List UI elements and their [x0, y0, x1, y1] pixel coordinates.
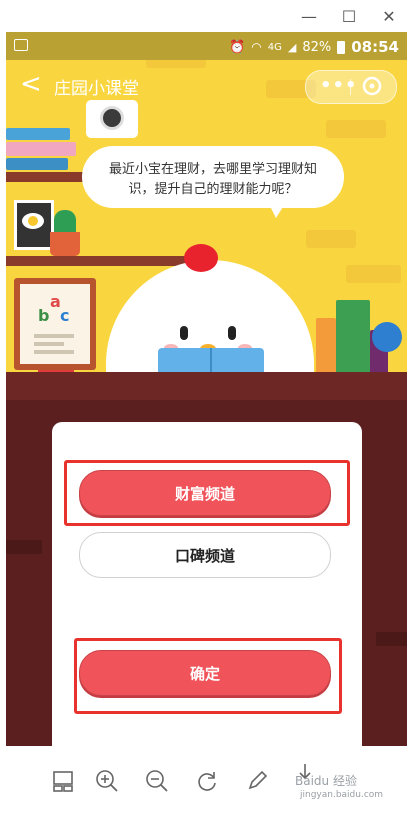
exit-icon: [362, 76, 382, 96]
pencil-icon: [248, 770, 268, 790]
wood-grain: [6, 540, 42, 554]
minimize-icon: —: [301, 6, 317, 26]
zoom-out-button[interactable]: [142, 766, 172, 796]
viewer-toolbar: Baidu 经验 jingyan.baidu.com: [0, 746, 413, 824]
cactus-icon: [54, 210, 76, 232]
thumbnail-icon: [53, 771, 73, 792]
phone-screen: a b c 最近小宝在理财，去哪里学习理财知 识，提升自己的理财能力呢？ ⏰ ◠…: [6, 32, 407, 746]
app-header: < 庄园小课堂 •••: [6, 60, 407, 112]
back-icon: <: [20, 69, 42, 99]
wall-brick: [326, 120, 386, 138]
speech-bubble: 最近小宝在理财，去哪里学习理财知 识，提升自己的理财能力呢？: [82, 146, 344, 208]
zoom-in-icon: [96, 770, 118, 792]
page-title: 庄园小课堂: [54, 79, 139, 99]
abc-board: a b c: [14, 278, 96, 370]
speech-bubble-tail: [268, 202, 286, 218]
wall-brick: [346, 265, 401, 283]
letter-b: b: [38, 306, 50, 325]
wall-brick: [306, 230, 356, 248]
option-koubei-channel[interactable]: 口碑频道: [79, 532, 331, 578]
edit-button[interactable]: [242, 766, 272, 796]
mini-program-capsule: •••: [305, 70, 397, 104]
letter-c: c: [60, 306, 70, 325]
book: [6, 128, 70, 140]
close-icon: ✕: [382, 6, 396, 26]
question-line-2: 识，提升自己的理财能力呢？: [128, 182, 298, 197]
close-window-button[interactable]: ✕: [374, 4, 404, 28]
network-type: 4G: [267, 41, 282, 53]
watermark: Baidu 经验: [295, 774, 357, 788]
option-label: 口碑频道: [174, 546, 235, 565]
maximize-icon: ☐: [341, 6, 357, 26]
egg-picture: [14, 200, 54, 250]
back-button[interactable]: <: [20, 69, 44, 99]
exit-button[interactable]: [361, 75, 383, 97]
wood-grain: [376, 632, 407, 646]
maximize-button[interactable]: ☐: [334, 4, 364, 28]
watermark-url: jingyan.baidu.com: [300, 790, 384, 800]
wood-edge: [6, 372, 407, 400]
clock: 08:54: [351, 38, 399, 56]
image-notification-icon: [14, 39, 28, 51]
capsule-divider: [350, 79, 351, 95]
thumbnail-button[interactable]: [48, 766, 78, 796]
window-titlebar: — ☐ ✕: [0, 0, 413, 32]
comb: [184, 244, 218, 272]
status-bar: ⏰ ◠ 4G ◢ 82% 08:54: [6, 32, 407, 60]
more-icon: •••: [320, 75, 358, 96]
rotate-icon: [198, 772, 216, 791]
zoom-in-button[interactable]: [92, 766, 122, 796]
rotate-button[interactable]: [192, 766, 222, 796]
battery-icon: [337, 40, 346, 54]
alarm-icon: ⏰: [229, 39, 246, 55]
wifi-icon: ◠: [251, 40, 262, 54]
book: [6, 158, 68, 170]
book: [6, 142, 76, 156]
minimize-button[interactable]: —: [294, 4, 324, 28]
more-button[interactable]: •••: [320, 75, 358, 96]
globe-icon: [372, 322, 402, 352]
question-line-1: 最近小宝在理财，去哪里学习理财知: [108, 162, 317, 177]
zoom-out-icon: [146, 770, 168, 792]
flowerpot: [50, 232, 80, 256]
highlight-box: [64, 460, 350, 526]
highlight-box: [74, 638, 342, 714]
signal-icon: ◢: [287, 40, 297, 54]
battery-percent: 82%: [302, 39, 332, 55]
